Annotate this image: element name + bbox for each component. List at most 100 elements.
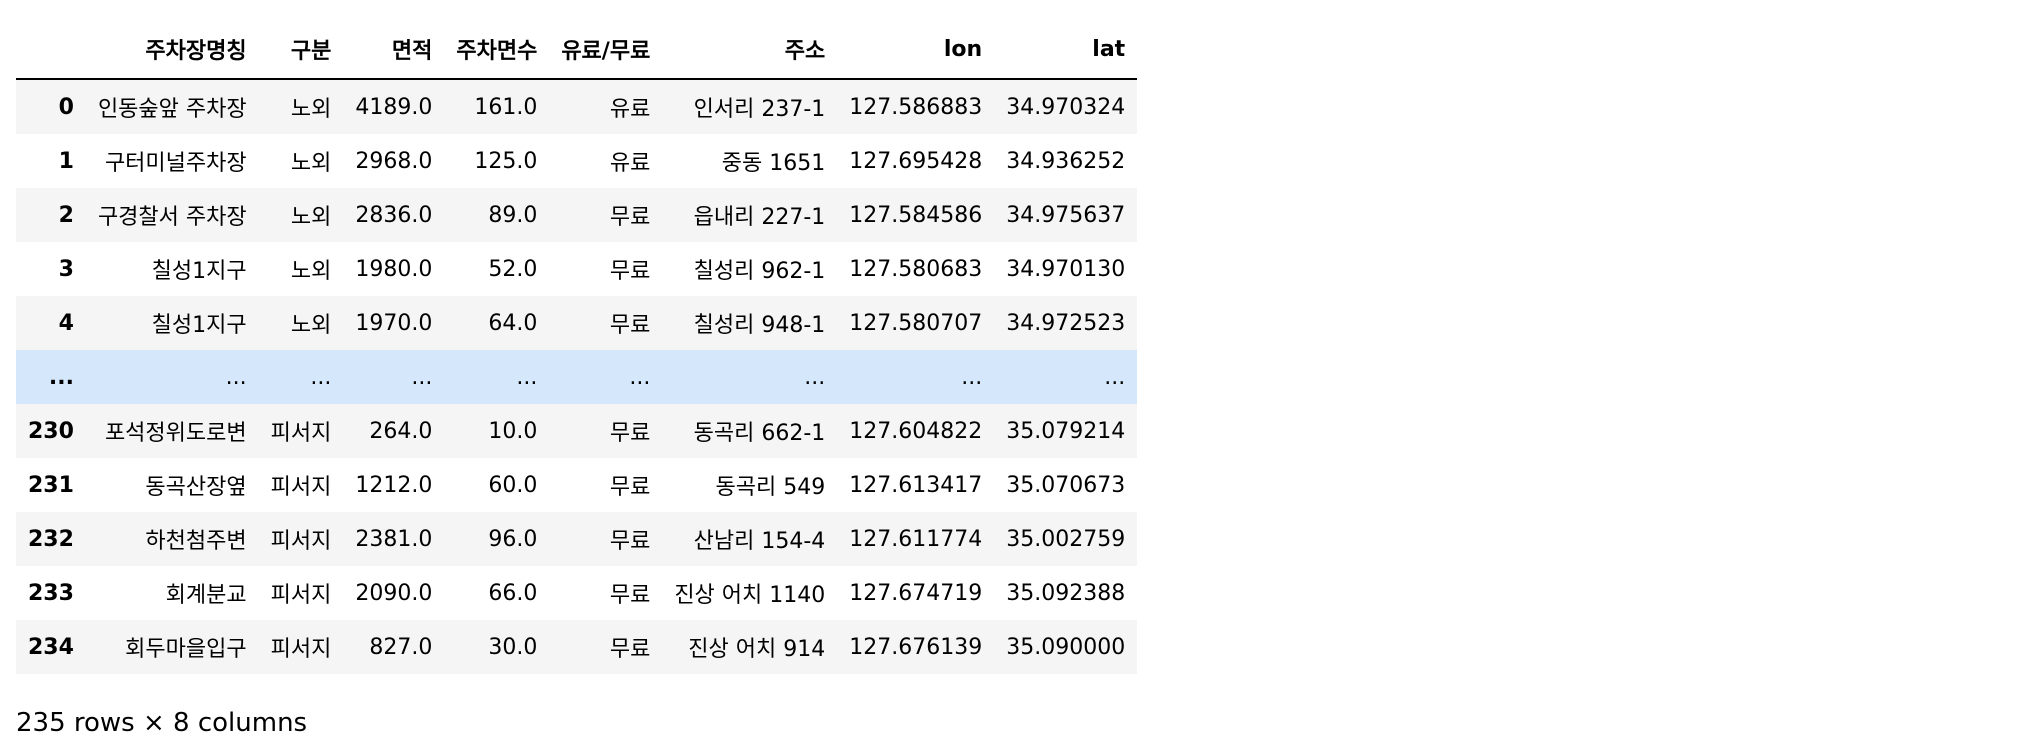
area-cell: 2090.0	[355, 580, 433, 606]
parking-name-cell: ...	[225, 364, 247, 390]
header-row: 주차장명칭 구분 면적 주차면수 유료/무료 주소 lon lat	[16, 20, 1138, 80]
address-cell: 진상 어치 1140	[674, 583, 826, 608]
lat-cell: 35.079214	[1006, 418, 1126, 444]
parking-name-cell: 칠성1지구	[151, 313, 247, 338]
header-spaces: 주차면수	[444, 20, 550, 80]
table-row: 1 구터미널주차장 노외 2968.0 125.0 유료 중동 1651 127.695428…	[16, 134, 1138, 188]
row-index: 230	[28, 418, 74, 444]
table-row: 0 인동숲앞 주차장 노외 4189.0 161.0 유료 인서리 237-1 127.586…	[16, 79, 1138, 134]
spaces-cell: 96.0	[488, 526, 538, 552]
fee-cell: 무료	[609, 637, 651, 662]
fee-cell: 무료	[609, 205, 651, 230]
parking-name-cell: 동곡산장옆	[145, 475, 247, 500]
parking-name-cell: 회두마을입구	[125, 637, 247, 662]
row-index: 233	[28, 580, 74, 606]
lon-cell: 127.580683	[849, 256, 983, 282]
table-header: 주차장명칭 구분 면적 주차면수 유료/무료 주소 lon lat	[16, 20, 1138, 80]
ellipsis-row: ...........................	[16, 350, 1138, 404]
table-row: 231 동곡산장옆 피서지 1212.0 60.0 무료 동곡리 549 127.613417…	[16, 458, 1138, 512]
lon-cell: ...	[961, 364, 983, 390]
header-fee: 유료/무료	[549, 20, 663, 80]
parking-name-cell: 포석정위도로변	[104, 421, 247, 446]
row-index: 2	[58, 202, 74, 228]
lat-cell: 34.972523	[1006, 310, 1126, 336]
lon-cell: 127.584586	[849, 202, 983, 228]
spaces-cell: 60.0	[488, 472, 538, 498]
row-index: 1	[58, 148, 74, 174]
category-cell: 노외	[290, 151, 332, 176]
address-cell: 동곡리 549	[715, 475, 826, 500]
row-index: 231	[28, 472, 74, 498]
parking-name-cell: 칠성1지구	[151, 259, 247, 284]
spaces-cell: 161.0	[474, 94, 538, 120]
parking-name-cell: 하천첨주변	[145, 529, 247, 554]
lon-cell: 127.586883	[849, 94, 983, 120]
category-cell: 노외	[290, 313, 332, 338]
spaces-cell: 64.0	[488, 310, 538, 336]
lon-cell: 127.676139	[849, 634, 983, 660]
lat-cell: 35.092388	[1006, 580, 1126, 606]
address-cell: 인서리 237-1	[693, 97, 826, 122]
spaces-cell: 89.0	[488, 202, 538, 228]
area-cell: 827.0	[369, 634, 433, 660]
category-cell: 피서지	[270, 475, 332, 500]
area-cell: 2836.0	[355, 202, 433, 228]
lat-cell: 35.002759	[1006, 526, 1126, 552]
spaces-cell: ...	[516, 364, 538, 390]
row-index: ...	[48, 364, 74, 390]
row-index: 4	[58, 310, 74, 336]
lat-cell: ...	[1104, 364, 1126, 390]
category-cell: 피서지	[270, 583, 332, 608]
address-cell: ...	[804, 364, 826, 390]
address-cell: 산남리 154-4	[693, 529, 826, 554]
lat-cell: 34.975637	[1006, 202, 1126, 228]
category-cell: 피서지	[270, 529, 332, 554]
header-category: 구분	[258, 20, 344, 80]
spaces-cell: 52.0	[488, 256, 538, 282]
lat-cell: 35.070673	[1006, 472, 1126, 498]
table-row: 4 칠성1지구 노외 1970.0 64.0 무료 칠성리 948-1 127.580707 3…	[16, 296, 1138, 350]
row-index: 0	[58, 94, 74, 120]
fee-cell: 무료	[609, 259, 651, 284]
header-parking-name: 주차장명칭	[85, 20, 259, 80]
address-cell: 읍내리 227-1	[693, 205, 826, 230]
parking-name-cell: 인동숲앞 주차장	[97, 97, 247, 122]
dataframe-table: 주차장명칭 구분 면적 주차면수 유료/무료 주소 lon lat 0 인동숲앞 …	[16, 20, 1138, 674]
fee-cell: ...	[629, 364, 651, 390]
table-row: 234 회두마을입구 피서지 827.0 30.0 무료 진상 어치 914 127.6761…	[16, 620, 1138, 674]
fee-cell: 유료	[609, 151, 651, 176]
parking-name-cell: 구터미널주차장	[104, 151, 247, 176]
header-lat: lat	[994, 20, 1138, 80]
category-cell: 노외	[290, 205, 332, 230]
area-cell: 1970.0	[355, 310, 433, 336]
spaces-cell: 125.0	[474, 148, 538, 174]
address-cell: 칠성리 962-1	[693, 259, 826, 284]
table-row: 232 하천첨주변 피서지 2381.0 96.0 무료 산남리 154-4 127.6117…	[16, 512, 1138, 566]
area-cell: 1212.0	[355, 472, 433, 498]
header-index	[16, 20, 86, 80]
lon-cell: 127.613417	[849, 472, 983, 498]
category-cell: ...	[310, 364, 332, 390]
fee-cell: 무료	[609, 583, 651, 608]
row-index: 232	[28, 526, 74, 552]
fee-cell: 유료	[609, 97, 651, 122]
address-cell: 칠성리 948-1	[693, 313, 826, 338]
table-row: 2 구경찰서 주차장 노외 2836.0 89.0 무료 읍내리 227-1 127.5845…	[16, 188, 1138, 242]
table-row: 233 회계분교 피서지 2090.0 66.0 무료 진상 어치 1140 127.6747…	[16, 566, 1138, 620]
category-cell: 노외	[290, 97, 332, 122]
area-cell: 1980.0	[355, 256, 433, 282]
spaces-cell: 66.0	[488, 580, 538, 606]
address-cell: 진상 어치 914	[688, 637, 826, 662]
lon-cell: 127.695428	[849, 148, 983, 174]
fee-cell: 무료	[609, 421, 651, 446]
lat-cell: 34.970130	[1006, 256, 1126, 282]
area-cell: ...	[411, 364, 433, 390]
category-cell: 피서지	[270, 637, 332, 662]
lat-cell: 34.970324	[1006, 94, 1126, 120]
fee-cell: 무료	[609, 475, 651, 500]
area-cell: 264.0	[369, 418, 433, 444]
category-cell: 피서지	[270, 421, 332, 446]
area-cell: 4189.0	[355, 94, 433, 120]
header-lon: lon	[837, 20, 995, 80]
table-body: 0 인동숲앞 주차장 노외 4189.0 161.0 유료 인서리 237-1 127.586…	[16, 79, 1138, 674]
